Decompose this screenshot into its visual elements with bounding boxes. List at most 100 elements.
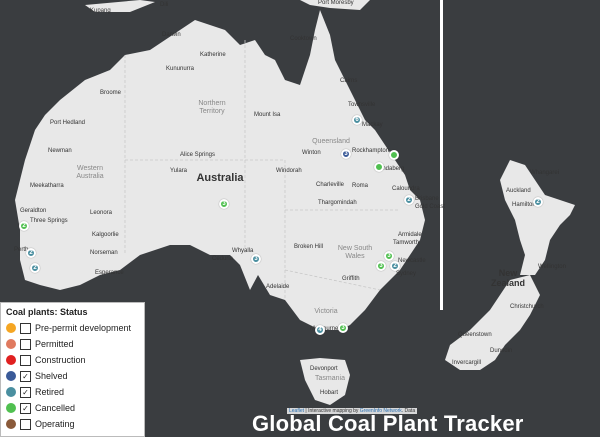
region-label-victoria: Victoria	[314, 308, 338, 315]
region-label-northern-territory: Northern Territory	[198, 100, 226, 115]
plant-marker[interactable]: 2	[19, 221, 29, 231]
land-nz-south	[445, 275, 540, 370]
city-label: Newman	[48, 148, 72, 154]
city-label: Whyalla	[232, 248, 254, 254]
plant-marker[interactable]	[389, 150, 399, 160]
city-label: Kununurra	[166, 66, 195, 72]
legend-label: Pre-permit development	[35, 323, 132, 333]
city-label: Cairns	[340, 78, 358, 84]
city-label: Roma	[352, 183, 369, 189]
checkbox-construction[interactable]	[20, 354, 31, 366]
legend-row-operating[interactable]: Operating	[6, 416, 139, 432]
plant-marker[interactable]	[374, 162, 384, 172]
land-nz-north	[500, 160, 575, 275]
city-label: Wellington	[538, 264, 566, 270]
city-label: Thargomindah	[318, 200, 357, 206]
city-label: Gold Coast	[415, 204, 446, 210]
country-label-australia: Australia	[196, 172, 244, 184]
status-dot-cancelled	[6, 403, 16, 413]
city-label: Kalgoorlie	[92, 232, 119, 238]
status-dot-permitted	[6, 339, 16, 349]
city-label: Dunedin	[490, 348, 513, 354]
city-label: Auckland	[506, 188, 531, 194]
legend-row-shelved[interactable]: ✓ Shelved	[6, 368, 139, 384]
city-label: Geraldton	[20, 208, 47, 214]
city-label: Christchurch	[510, 304, 544, 310]
city-label: Winton	[302, 150, 321, 156]
legend-label: Retired	[35, 387, 65, 397]
legend-label: Permitted	[35, 339, 74, 349]
checkbox-operating[interactable]	[20, 418, 31, 430]
city-label: Armidale	[398, 232, 422, 238]
city-label: Port Hedland	[50, 120, 86, 126]
legend-row-cancelled[interactable]: ✓ Cancelled	[6, 400, 139, 416]
legend-panel: Coal plants: Status Pre-permit developme…	[0, 302, 145, 437]
city-label: Whangarei	[530, 170, 560, 176]
checkbox-retired[interactable]: ✓	[20, 386, 31, 398]
city-label: Brisbane	[415, 196, 439, 202]
region-label-western-australia: Western Australia	[76, 165, 104, 180]
legend-label: Cancelled	[35, 403, 76, 413]
city-label: Yulara	[170, 168, 188, 174]
legend-row-permitted[interactable]: Permitted	[6, 336, 139, 352]
city-label: Griffith	[342, 276, 360, 282]
city-label: Kupang	[90, 8, 111, 14]
legend-label: Construction	[35, 355, 86, 365]
plant-marker[interactable]: 2	[533, 197, 543, 207]
checkbox-cancelled[interactable]: ✓	[20, 402, 31, 414]
city-label: Adelaide	[266, 284, 290, 290]
city-label: Katherine	[200, 52, 226, 58]
status-dot-construction	[6, 355, 16, 365]
city-label: Invercargill	[452, 360, 482, 366]
plant-marker[interactable]: 2	[26, 248, 36, 258]
status-dot-pre-permit	[6, 323, 16, 333]
status-dot-shelved	[6, 371, 16, 381]
city-label: Tamworth	[393, 240, 420, 246]
plant-marker[interactable]: 3	[341, 149, 351, 159]
status-dot-retired	[6, 387, 16, 397]
city-label: Broome	[100, 90, 122, 96]
city-label: Devonport	[310, 366, 338, 372]
city-label: Alice Springs	[180, 152, 216, 158]
city-label: Queenstown	[458, 332, 492, 338]
city-label: Darwin	[162, 32, 181, 38]
plant-marker[interactable]: 3	[338, 323, 348, 333]
city-label: Sydney	[396, 271, 417, 277]
plant-marker[interactable]: 2	[30, 263, 40, 273]
country-label-new-zealand: New Zealand	[490, 268, 525, 288]
plant-marker[interactable]: 3	[251, 254, 261, 264]
legend-row-retired[interactable]: ✓ Retired	[6, 384, 139, 400]
city-label: Dili	[160, 2, 169, 8]
city-label: Ceduna	[212, 256, 234, 262]
legend-title: Coal plants: Status	[6, 307, 88, 317]
plant-marker[interactable]: 2	[404, 195, 414, 205]
city-label: Leonora	[90, 210, 113, 216]
plant-marker[interactable]: 3	[219, 199, 229, 209]
checkbox-permitted[interactable]	[20, 338, 31, 350]
plant-marker[interactable]: 3	[376, 261, 386, 271]
legend-row-construction[interactable]: Construction	[6, 352, 139, 368]
city-label: Mount Isa	[254, 112, 281, 118]
region-label-queensland: Queensland	[312, 138, 350, 145]
plant-marker[interactable]: 6	[352, 115, 362, 125]
city-label: Rockhampton	[352, 148, 390, 154]
legend-row-pre-permit[interactable]: Pre-permit development	[6, 320, 139, 336]
city-label: Caloundra	[392, 186, 420, 192]
checkbox-shelved[interactable]: ✓	[20, 370, 31, 382]
city-label: Mackay	[362, 122, 383, 128]
city-label: Meekatharra	[30, 183, 64, 189]
plant-marker[interactable]: 4	[315, 325, 325, 335]
checkbox-pre-permit[interactable]	[20, 322, 31, 334]
legend-label: Shelved	[35, 371, 68, 381]
city-label: Windorah	[276, 168, 302, 174]
tracker-title: Global Coal Plant Tracker	[252, 411, 524, 436]
city-label: Hobart	[320, 390, 339, 396]
status-dot-operating	[6, 419, 16, 429]
city-label: Townsville	[348, 102, 376, 108]
plant-marker[interactable]: 3	[384, 251, 394, 261]
plant-marker[interactable]: 2	[390, 261, 400, 271]
region-label-nsw: New South Wales	[337, 245, 373, 260]
city-label: Three Springs	[30, 218, 68, 224]
city-label: Broken Hill	[294, 244, 324, 250]
map-divider	[440, 0, 443, 310]
